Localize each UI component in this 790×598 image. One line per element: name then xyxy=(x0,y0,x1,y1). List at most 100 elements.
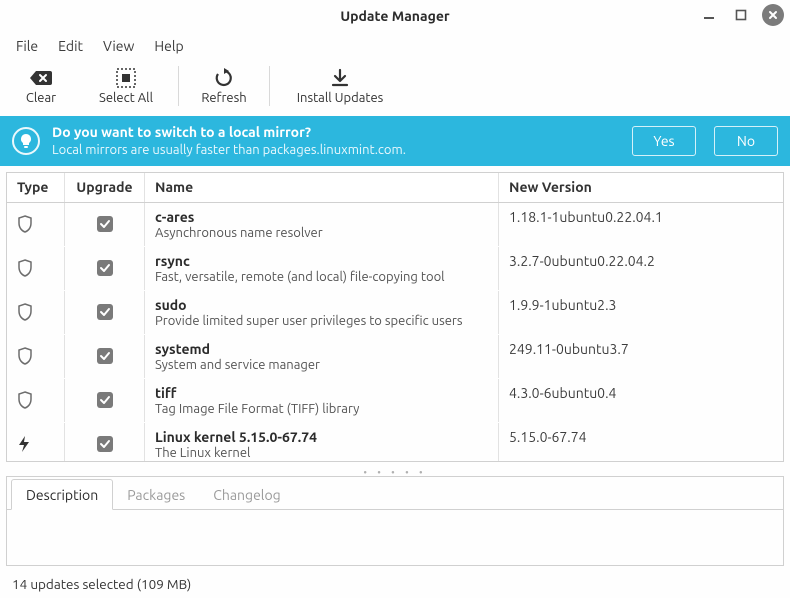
table-body[interactable]: c-aresAsynchronous name resolver1.18.1-1… xyxy=(7,203,783,461)
select-all-button[interactable]: Select All xyxy=(84,62,168,110)
version-cell: 3.2.7-0ubuntu0.22.04.2 xyxy=(499,247,783,290)
package-name: systemd xyxy=(155,341,210,357)
infobar-yes-button[interactable]: Yes xyxy=(632,126,696,156)
table-header: Type Upgrade Name New Version xyxy=(7,173,783,203)
toolbar: Clear Select All Refresh Install Updates xyxy=(0,60,790,116)
name-cell: Linux kernel 5.15.0-67.74The Linux kerne… xyxy=(145,423,499,461)
infobar-no-button[interactable]: No xyxy=(714,126,778,156)
type-cell xyxy=(7,335,65,378)
clear-button[interactable]: Clear xyxy=(6,62,76,110)
table-row[interactable]: tiffTag Image File Format (TIFF) library… xyxy=(7,379,783,423)
tab-changelog[interactable]: Changelog xyxy=(199,480,294,509)
refresh-button[interactable]: Refresh xyxy=(189,62,259,110)
type-cell xyxy=(7,379,65,422)
type-cell xyxy=(7,247,65,290)
version-cell: 4.3.0-6ubuntu0.4 xyxy=(499,379,783,422)
package-name: rsync xyxy=(155,253,190,269)
menu-view[interactable]: View xyxy=(95,34,142,58)
col-type[interactable]: Type xyxy=(7,173,65,202)
menubar: File Edit View Help xyxy=(0,32,790,60)
upgrade-checkbox[interactable] xyxy=(97,436,113,452)
package-desc: The Linux kernel xyxy=(155,446,250,460)
detail-tabs: Description Packages Changelog xyxy=(7,477,783,509)
col-upgrade[interactable]: Upgrade xyxy=(65,173,145,202)
name-cell: tiffTag Image File Format (TIFF) library xyxy=(145,379,499,422)
toolbar-separator xyxy=(269,66,270,106)
package-name: c-ares xyxy=(155,209,194,225)
package-name: tiff xyxy=(155,385,176,401)
shield-icon xyxy=(17,259,33,277)
col-name[interactable]: Name xyxy=(145,173,499,202)
lightbulb-icon xyxy=(12,127,40,155)
upgrade-cell xyxy=(65,379,145,422)
detail-content xyxy=(7,509,783,565)
menu-edit[interactable]: Edit xyxy=(50,34,91,58)
upgrade-cell xyxy=(65,203,145,246)
name-cell: systemdSystem and service manager xyxy=(145,335,499,378)
select-all-label: Select All xyxy=(99,91,153,105)
clear-label: Clear xyxy=(26,91,56,105)
toolbar-separator xyxy=(178,66,179,106)
tab-description[interactable]: Description xyxy=(11,479,113,510)
table-row[interactable]: sudoProvide limited super user privilege… xyxy=(7,291,783,335)
table-row[interactable]: Linux kernel 5.15.0-67.74The Linux kerne… xyxy=(7,423,783,461)
infobar-text: Do you want to switch to a local mirror?… xyxy=(52,124,614,158)
shield-icon xyxy=(17,215,33,233)
backspace-icon xyxy=(29,67,53,89)
version-cell: 5.15.0-67.74 xyxy=(499,423,783,461)
package-desc: Fast, versatile, remote (and local) file… xyxy=(155,270,445,284)
menu-file[interactable]: File xyxy=(8,34,46,58)
minimize-button[interactable] xyxy=(698,4,720,26)
table-row[interactable]: systemdSystem and service manager249.11-… xyxy=(7,335,783,379)
package-name: Linux kernel 5.15.0-67.74 xyxy=(155,429,317,445)
upgrade-checkbox[interactable] xyxy=(97,260,113,276)
upgrade-cell xyxy=(65,423,145,461)
version-cell: 1.18.1-1ubuntu0.22.04.1 xyxy=(499,203,783,246)
mirror-infobar: Do you want to switch to a local mirror?… xyxy=(0,116,790,166)
install-updates-button[interactable]: Install Updates xyxy=(280,62,400,110)
titlebar: Update Manager xyxy=(0,0,790,32)
upgrade-checkbox[interactable] xyxy=(97,392,113,408)
upgrade-checkbox[interactable] xyxy=(97,216,113,232)
status-bar: 14 updates selected (109 MB) xyxy=(0,570,790,598)
menu-help[interactable]: Help xyxy=(146,34,191,58)
package-desc: Provide limited super user privileges to… xyxy=(155,314,462,328)
updates-table: Type Upgrade Name New Version c-aresAsyn… xyxy=(6,172,784,462)
package-desc: System and service manager xyxy=(155,358,320,372)
infobar-question: Do you want to switch to a local mirror? xyxy=(52,124,614,142)
package-name: sudo xyxy=(155,297,187,313)
upgrade-cell xyxy=(65,291,145,334)
name-cell: sudoProvide limited super user privilege… xyxy=(145,291,499,334)
table-row[interactable]: rsyncFast, versatile, remote (and local)… xyxy=(7,247,783,291)
upgrade-checkbox[interactable] xyxy=(97,304,113,320)
maximize-button[interactable] xyxy=(730,4,752,26)
version-cell: 249.11-0ubuntu3.7 xyxy=(499,335,783,378)
pane-drag-handle[interactable]: • • • • • xyxy=(0,468,790,476)
status-text: 14 updates selected (109 MB) xyxy=(12,576,191,592)
type-cell xyxy=(7,203,65,246)
refresh-icon xyxy=(214,67,234,89)
tab-packages[interactable]: Packages xyxy=(113,480,199,509)
package-desc: Asynchronous name resolver xyxy=(155,226,323,240)
window-controls xyxy=(698,4,784,26)
shield-icon xyxy=(17,347,33,365)
type-cell xyxy=(7,291,65,334)
type-cell xyxy=(7,423,65,461)
name-cell: rsyncFast, versatile, remote (and local)… xyxy=(145,247,499,290)
upgrade-checkbox[interactable] xyxy=(97,348,113,364)
download-icon xyxy=(330,67,350,89)
upgrade-cell xyxy=(65,247,145,290)
version-cell: 1.9.9-1ubuntu2.3 xyxy=(499,291,783,334)
upgrade-cell xyxy=(65,335,145,378)
window-title: Update Manager xyxy=(340,8,449,24)
detail-pane: Description Packages Changelog xyxy=(6,476,784,566)
shield-icon xyxy=(17,391,33,409)
bolt-icon xyxy=(17,435,31,453)
infobar-subtext: Local mirrors are usually faster than pa… xyxy=(52,142,614,158)
package-desc: Tag Image File Format (TIFF) library xyxy=(155,402,359,416)
select-all-icon xyxy=(116,67,136,89)
col-version[interactable]: New Version xyxy=(499,173,783,202)
name-cell: c-aresAsynchronous name resolver xyxy=(145,203,499,246)
close-button[interactable] xyxy=(762,4,784,26)
table-row[interactable]: c-aresAsynchronous name resolver1.18.1-1… xyxy=(7,203,783,247)
